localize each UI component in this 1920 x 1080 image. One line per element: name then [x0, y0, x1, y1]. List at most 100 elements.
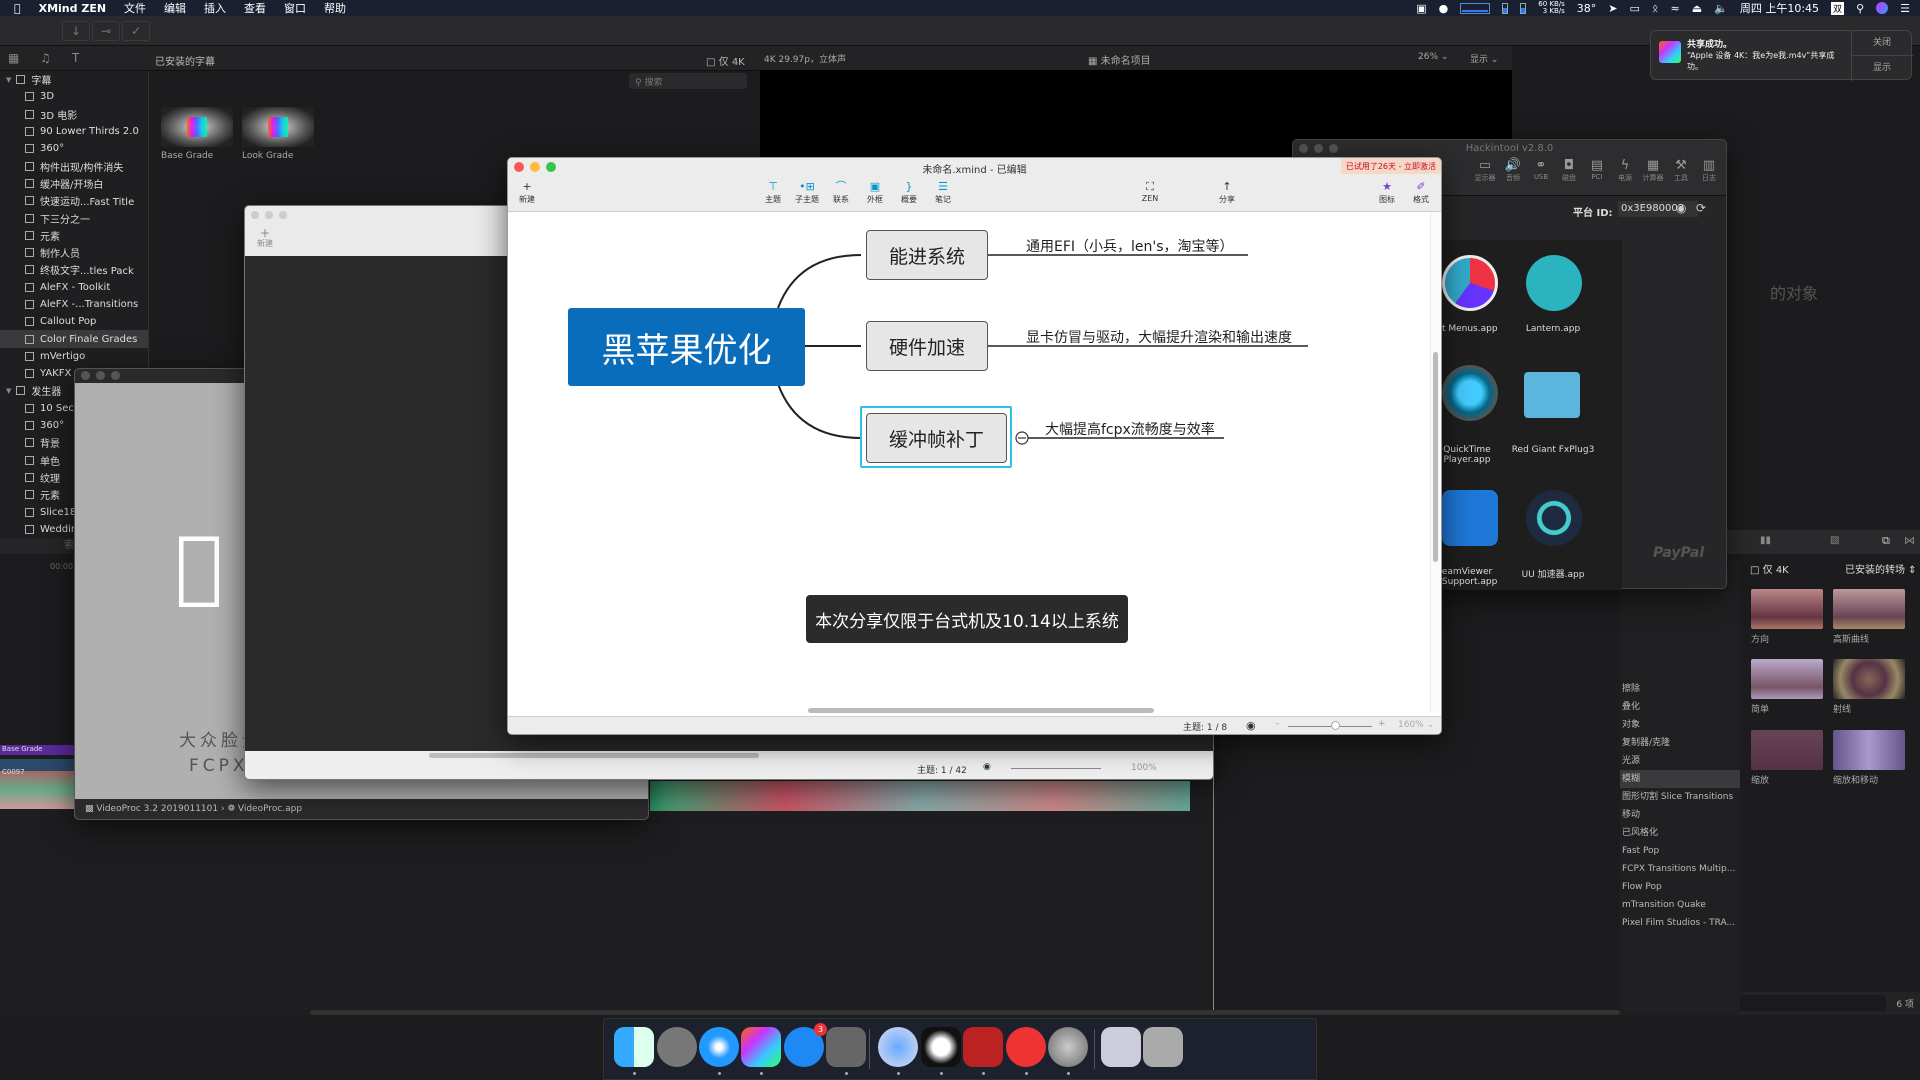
only-4k-checkbox[interactable]: □ 仅 4K: [706, 53, 745, 68]
background-tasks-button[interactable]: ✓: [122, 21, 150, 41]
libraries-icon[interactable]: ▦: [8, 51, 19, 65]
sidebar-item[interactable]: 3D: [0, 88, 148, 105]
sidebar-item[interactable]: 终极文字...tles Pack: [0, 261, 148, 278]
timeline-scrollbar[interactable]: [310, 1010, 1620, 1015]
transition-thumb[interactable]: [1833, 659, 1905, 699]
sidebar-item[interactable]: 元素: [0, 227, 148, 244]
input-method-icon[interactable]: 双: [1831, 1, 1845, 15]
sidebar-item[interactable]: 构件出现/构件消失: [0, 157, 148, 174]
transition-category[interactable]: 图形切割 Slice Transitions: [1620, 788, 1740, 806]
icon-panel-button[interactable]: ★ 图标: [1372, 180, 1402, 205]
disclosure-triangle-icon[interactable]: ▼: [6, 387, 11, 395]
branch-note[interactable]: 显卡仿冒与驱动，大幅提升渲染和输出速度: [1026, 327, 1292, 347]
sidebar-item[interactable]: Callout Pop: [0, 313, 148, 330]
sidebar-item[interactable]: mVertigo: [0, 348, 148, 365]
sidebar-item[interactable]: 90 Lower Thirds 2.0: [0, 123, 148, 140]
h-scrollbar[interactable]: [508, 706, 1432, 716]
app-icon[interactable]: [1442, 490, 1498, 546]
zoom-in-button[interactable]: +: [1378, 719, 1386, 729]
sidebar-item[interactable]: AleFX - Toolkit: [0, 279, 148, 296]
branch-topic-selected[interactable]: 缓冲帧补丁: [866, 413, 1007, 463]
branch-note[interactable]: 大幅提高fcpx流畅度与效率: [1045, 419, 1215, 439]
spotlight-icon[interactable]: ⚲: [1856, 2, 1864, 15]
feishu-icon[interactable]: ➤: [1608, 2, 1617, 15]
qq-status-icon[interactable]: ●: [1439, 2, 1449, 15]
memory-meter[interactable]: [1502, 2, 1509, 14]
menu-help[interactable]: 帮助: [324, 0, 346, 16]
topic-button[interactable]: ⊤ 主题: [758, 180, 788, 205]
refresh-icon[interactable]: ⟳: [1696, 201, 1706, 215]
dock-app-videoproc-icon[interactable]: [1048, 1027, 1088, 1067]
hackintool-tab[interactable]: ◘ 磁盘: [1557, 158, 1581, 183]
hackintool-tab[interactable]: ▤ PCI: [1585, 158, 1609, 181]
browser-title[interactable]: 已安装的字幕: [155, 53, 215, 68]
dock-app-trash-icon[interactable]: [1143, 1027, 1183, 1067]
zoom-level[interactable]: 160% ⌄: [1398, 720, 1434, 730]
temperature[interactable]: 38°: [1577, 2, 1597, 15]
transition-category[interactable]: mTransition Quake: [1620, 896, 1740, 914]
transition-category[interactable]: Pixel Film Studios - TRA...: [1620, 914, 1740, 932]
transition-category[interactable]: 光源: [1620, 752, 1740, 770]
transition-category[interactable]: 对象: [1620, 716, 1740, 734]
hackintool-tab[interactable]: ▦ 计算器: [1641, 158, 1665, 183]
close-button[interactable]: [251, 211, 259, 219]
volume-icon[interactable]: 🔈: [1714, 2, 1728, 15]
menu-insert[interactable]: 插入: [204, 0, 226, 16]
sidebar-item[interactable]: ▼ 字幕: [0, 71, 148, 88]
branch-topic[interactable]: 能进系统: [866, 230, 988, 280]
eject-icon[interactable]: ⏏: [1692, 2, 1702, 15]
dock-app-launchpad-icon[interactable]: [657, 1027, 697, 1067]
minimize-button[interactable]: [96, 371, 105, 380]
notification-close-button[interactable]: 关闭: [1851, 31, 1913, 56]
dock-app-feishu-icon[interactable]: [878, 1027, 918, 1067]
photos-audio-icon[interactable]: ♫: [40, 51, 51, 65]
path-item[interactable]: VideoProc 3.2 2019011101: [96, 804, 218, 814]
hackintool-tab[interactable]: ⚭ USB: [1529, 158, 1553, 181]
eye-icon[interactable]: ◉: [1246, 719, 1256, 732]
wifi-icon[interactable]: ≈: [1671, 2, 1680, 15]
transition-thumb[interactable]: [1751, 659, 1823, 699]
transition-thumb[interactable]: [1833, 589, 1905, 629]
sidebar-item[interactable]: 缓冲器/开场白: [0, 175, 148, 192]
timeline-clip-title[interactable]: Base Grade: [0, 745, 74, 755]
transition-category[interactable]: 模糊: [1620, 770, 1740, 788]
sidebar-item[interactable]: 下三分之一: [0, 209, 148, 226]
transition-category[interactable]: Fast Pop: [1620, 842, 1740, 860]
paypal-button[interactable]: PayPal: [1653, 545, 1704, 561]
cpu-meter[interactable]: [1460, 2, 1491, 14]
playhead[interactable]: [1213, 745, 1214, 1015]
transitions-title[interactable]: 已安装的转场 ⇕: [1845, 561, 1917, 576]
dock-app-final-cut-pro-icon[interactable]: [741, 1027, 781, 1067]
transitions-only-4k[interactable]: □ 仅 4K: [1750, 561, 1789, 576]
zen-button[interactable]: ⛶ ZEN: [1135, 180, 1165, 203]
menu-window[interactable]: 窗口: [284, 0, 306, 16]
display-icon[interactable]: ▭: [1630, 2, 1640, 15]
hackintool-tab[interactable]: ϟ 电源: [1613, 158, 1637, 183]
apple-icon[interactable]: : [14, 2, 21, 15]
effects-browser-icon[interactable]: ⧉: [1882, 534, 1890, 548]
menu-view[interactable]: 查看: [244, 0, 266, 16]
zoom-slider-thumb[interactable]: [1331, 721, 1340, 730]
transition-thumb[interactable]: [1751, 589, 1823, 629]
transition-category[interactable]: 叠化: [1620, 698, 1740, 716]
transition-category[interactable]: 复制器/克隆: [1620, 734, 1740, 752]
transitions-browser-icon[interactable]: ⋈: [1904, 534, 1915, 547]
disclosure-triangle-icon[interactable]: ▼: [6, 76, 11, 84]
zoom-out-button[interactable]: -: [1276, 719, 1279, 729]
sidebar-item[interactable]: 3D 电影: [0, 106, 148, 123]
minimize-button[interactable]: [265, 211, 273, 219]
dock-app-safari-icon[interactable]: [699, 1027, 739, 1067]
zoom-level[interactable]: 100%: [1131, 763, 1157, 773]
hackintool-tab[interactable]: ▭ 显示器: [1473, 158, 1497, 183]
dock-app-hackintool-icon[interactable]: [963, 1027, 1003, 1067]
v-scrollbar[interactable]: [1430, 212, 1440, 712]
hackintool-tab[interactable]: 🔊 音频: [1501, 158, 1525, 183]
zoom-slider[interactable]: [1288, 726, 1372, 727]
close-button[interactable]: [81, 371, 90, 380]
central-topic[interactable]: 黑苹果优化: [568, 308, 805, 386]
zoom-slider[interactable]: [1011, 768, 1101, 769]
keywords-button[interactable]: ⊸: [92, 21, 120, 41]
audio-meter-icon[interactable]: ▮▮: [1760, 535, 1771, 546]
new-button[interactable]: + 新建: [255, 227, 275, 249]
mindmap-canvas[interactable]: 黑苹果优化 能进系统 通用EFI（小兵，len's，淘宝等） 硬件加速 显卡仿冒…: [508, 212, 1432, 712]
